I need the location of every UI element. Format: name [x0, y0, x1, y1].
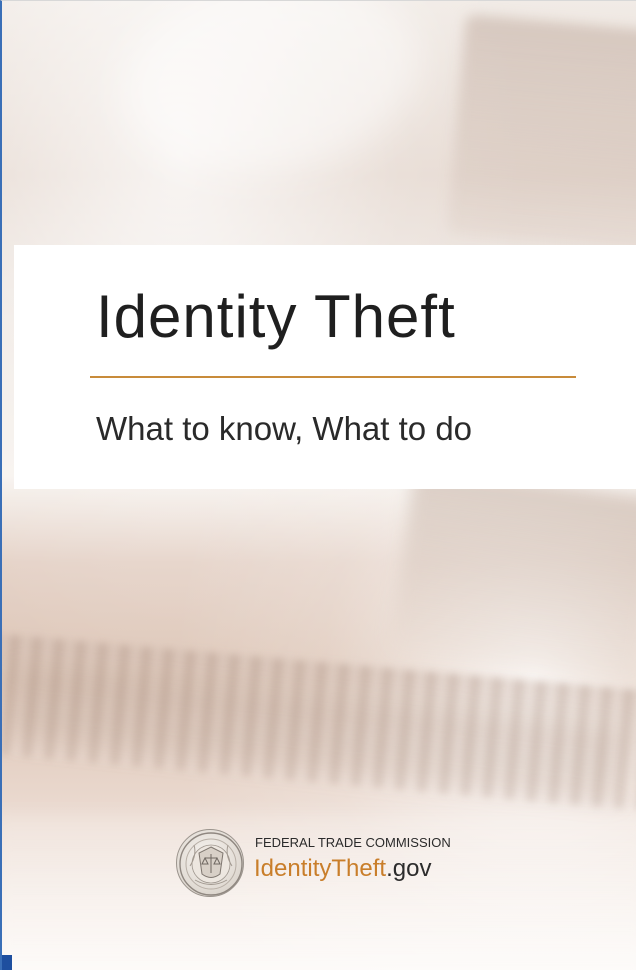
background-top-light: [107, 1, 437, 196]
document-subtitle: What to know, What to do: [96, 410, 473, 447]
background-laptop-screen-lower: [389, 464, 636, 683]
gov-suffix-text: .gov: [386, 855, 432, 882]
identitytheft-gov-logotype: IdentityTheft.gov: [254, 854, 431, 884]
bottom-left-blue-tab: [2, 955, 12, 970]
background-laptop-screen-top: [446, 14, 636, 252]
ftc-seal-icon: [176, 829, 244, 897]
identitytheft-text: IdentityTheft: [254, 855, 387, 882]
background-keyboard: [2, 633, 636, 813]
document-title: Identity Theft: [96, 283, 456, 350]
ftc-label: FEDERAL TRADE COMMISSION: [255, 835, 451, 850]
background-keyboard-shadow: [9, 667, 625, 803]
ftc-brand-block: FEDERAL TRADE COMMISSION IdentityTheft.g…: [176, 823, 506, 915]
title-divider: [90, 376, 576, 378]
identity-theft-cover: Identity Theft What to know, What to do …: [0, 0, 636, 970]
title-panel: Identity Theft What to know, What to do: [14, 245, 636, 489]
